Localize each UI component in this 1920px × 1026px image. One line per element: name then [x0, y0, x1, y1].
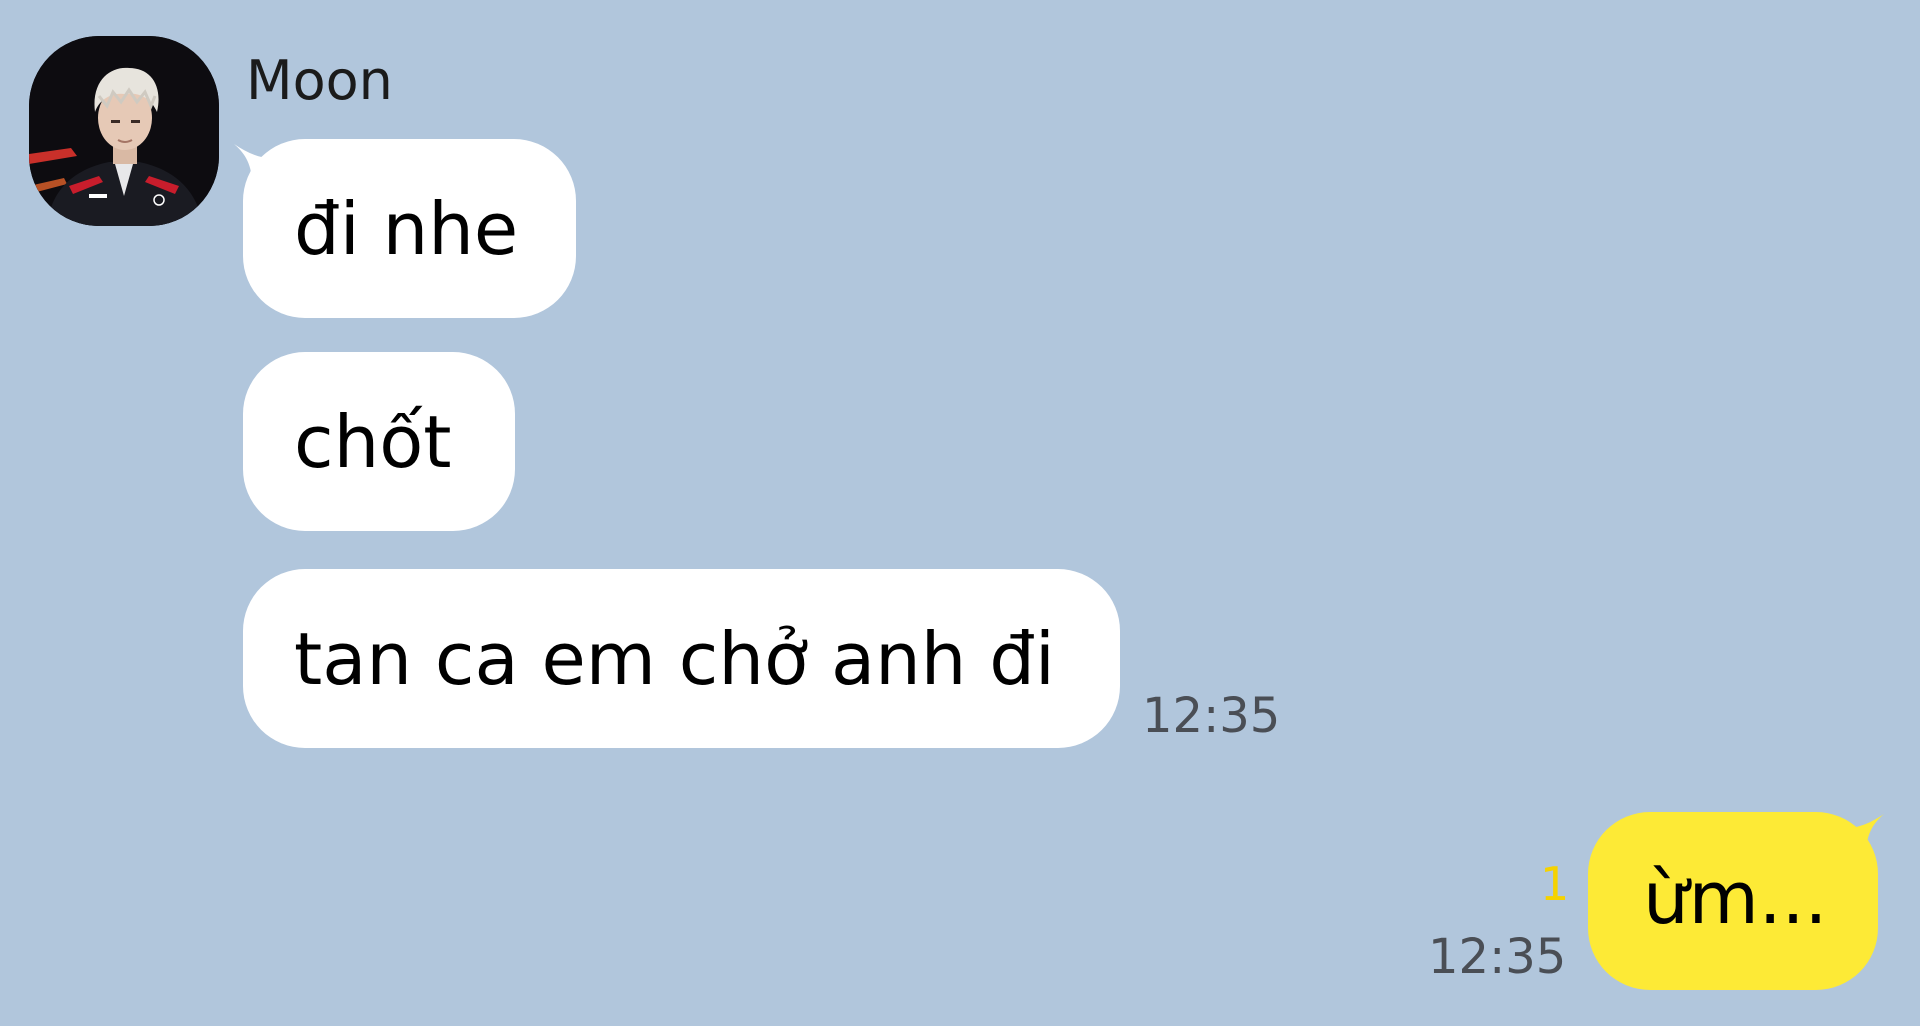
outgoing-bubble-tail	[1846, 814, 1884, 854]
unread-count-badge: 1	[1540, 857, 1570, 911]
sender-name: Moon	[246, 49, 393, 112]
incoming-message-timestamp: 12:35	[1142, 688, 1281, 744]
user-photo-avatar-icon	[29, 36, 219, 226]
message-text: chốt	[294, 400, 452, 484]
message-text: ừm...	[1643, 856, 1828, 940]
incoming-message-bubble[interactable]: tan ca em chở anh đi	[243, 569, 1120, 748]
incoming-message-bubble[interactable]: đi nhe	[243, 139, 576, 318]
message-text: tan ca em chở anh đi	[294, 617, 1055, 701]
sender-avatar[interactable]	[29, 36, 219, 226]
outgoing-message-bubble[interactable]: ừm...	[1588, 812, 1878, 990]
outgoing-message-timestamp: 12:35	[1428, 929, 1567, 985]
message-text: đi nhe	[294, 187, 519, 271]
incoming-message-bubble[interactable]: chốt	[243, 352, 515, 531]
